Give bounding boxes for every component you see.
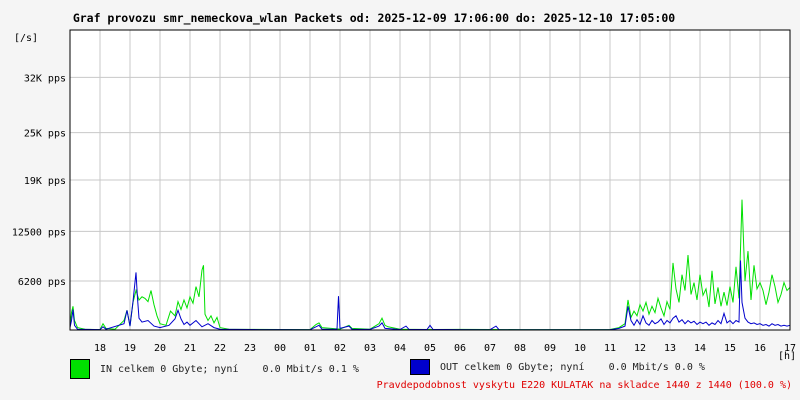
x-tick-label: 18 bbox=[94, 343, 106, 354]
traffic-chart: Graf provozu smr_nemeckova_wlan Packets … bbox=[12, 11, 796, 362]
x-tick-label: 22 bbox=[214, 343, 226, 354]
x-axis-ticks: 18 19 20 21 22 23 00 01 02 03 04 05 06 07 08 09 10 11 12 13… bbox=[94, 343, 796, 354]
footer-note: Pravdepodobnost vyskytu E220 KULATAK na … bbox=[376, 380, 792, 391]
x-tick-label: 02 bbox=[334, 343, 346, 354]
x-tick-label: 09 bbox=[544, 343, 556, 354]
legend-in: IN celkem 0 Gbyte; nyní 0.0 Mbit/s 0.1 % bbox=[70, 358, 359, 380]
legend-in-text: IN celkem 0 Gbyte; nyní 0.0 Mbit/s 0.1 % bbox=[100, 363, 359, 375]
x-tick-label: 12 bbox=[634, 343, 646, 354]
y-tick-label: 6200 pps bbox=[18, 277, 66, 288]
x-tick-label: 21 bbox=[184, 343, 196, 354]
y-tick-label: 25K pps bbox=[24, 129, 66, 140]
x-axis-unit-label: [h] bbox=[778, 351, 796, 362]
legend-out: OUT celkem 0 Gbyte; nyní 0.0 Mbit/s 0.0 … bbox=[410, 356, 705, 378]
x-tick-label: 00 bbox=[274, 343, 286, 354]
chart-title: Graf provozu smr_nemeckova_wlan Packets … bbox=[73, 11, 675, 26]
x-tick-label: 16 bbox=[754, 343, 766, 354]
x-tick-label: 01 bbox=[304, 343, 316, 354]
x-tick-label: 08 bbox=[514, 343, 526, 354]
x-tick-label: 19 bbox=[124, 343, 136, 354]
x-tick-label: 05 bbox=[424, 343, 436, 354]
legend-out-text: OUT celkem 0 Gbyte; nyní 0.0 Mbit/s 0.0 … bbox=[440, 361, 705, 373]
y-tick-label: 32K pps bbox=[24, 73, 66, 84]
y-axis-ticks: 6200 pps 12500 pps 19K pps 25K pps 32K pps bbox=[12, 73, 66, 288]
x-tick-label: 14 bbox=[694, 343, 706, 354]
x-tick-label: 10 bbox=[574, 343, 586, 354]
y-axis-unit-label: [/s] bbox=[14, 33, 38, 44]
x-tick-label: 20 bbox=[154, 343, 166, 354]
y-tick-label: 12500 pps bbox=[12, 227, 66, 238]
x-tick-label: 06 bbox=[454, 343, 466, 354]
y-tick-label: 19K pps bbox=[24, 176, 66, 187]
x-tick-label: 04 bbox=[394, 343, 406, 354]
legend-swatch-out bbox=[410, 359, 430, 375]
x-tick-label: 13 bbox=[664, 343, 676, 354]
x-tick-label: 07 bbox=[484, 343, 496, 354]
x-tick-label: 11 bbox=[604, 343, 616, 354]
x-tick-label: 15 bbox=[724, 343, 736, 354]
x-tick-label: 03 bbox=[364, 343, 376, 354]
x-tick-label: 23 bbox=[244, 343, 256, 354]
legend-swatch-in bbox=[70, 359, 90, 379]
